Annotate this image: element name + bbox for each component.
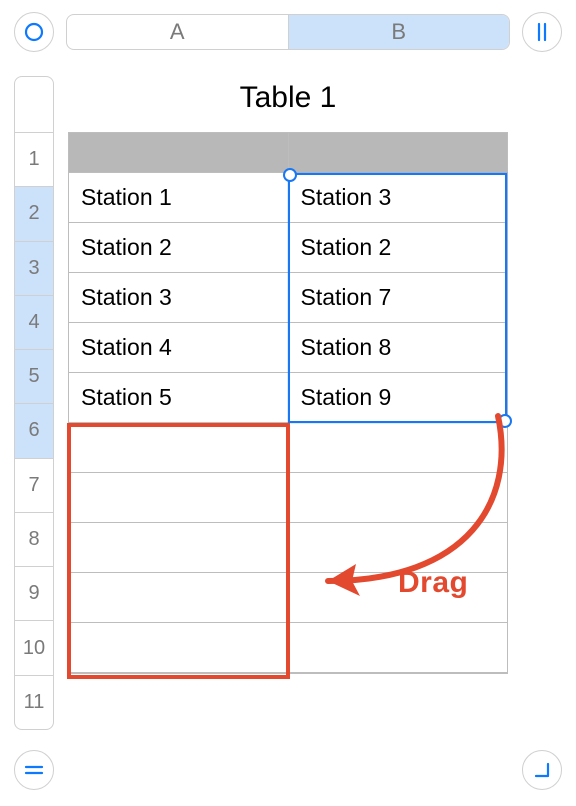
column-header-A[interactable]: A: [67, 15, 289, 49]
table-row: [69, 423, 507, 473]
table-select-handle[interactable]: [14, 12, 54, 52]
column-header-A-label: A: [170, 19, 185, 45]
cell-A2[interactable]: Station 1: [69, 173, 289, 222]
cell-A11[interactable]: [69, 623, 289, 672]
spreadsheet-grid[interactable]: Station 1 Station 3 Station 2 Station 2 …: [68, 132, 508, 674]
row-header-3[interactable]: 3: [15, 242, 53, 296]
cell-B8[interactable]: [289, 473, 508, 522]
row-header-4[interactable]: 4: [15, 296, 53, 350]
row-header-5[interactable]: 5: [15, 350, 53, 404]
row-header-8[interactable]: 8: [15, 513, 53, 567]
table-row: [69, 573, 507, 623]
cell-B6[interactable]: Station 9: [289, 373, 508, 422]
table-header-cell-A[interactable]: [69, 133, 289, 172]
cell-B7[interactable]: [289, 423, 508, 472]
add-column-button[interactable]: [522, 12, 562, 52]
table-row: [69, 473, 507, 523]
add-row-button[interactable]: [14, 750, 54, 790]
cell-A9[interactable]: [69, 523, 289, 572]
table-title[interactable]: Table 1: [68, 76, 508, 132]
cell-B10[interactable]: [289, 573, 508, 622]
row-header-10[interactable]: 10: [15, 621, 53, 675]
cell-A6[interactable]: Station 5: [69, 373, 289, 422]
column-header-bar: A B: [66, 14, 510, 50]
cell-A7[interactable]: [69, 423, 289, 472]
cell-A3[interactable]: Station 2: [69, 223, 289, 272]
table-row: [69, 523, 507, 573]
column-header-B-label: B: [391, 19, 406, 45]
cell-A10[interactable]: [69, 573, 289, 622]
cell-B3[interactable]: Station 2: [289, 223, 508, 272]
cell-A4[interactable]: Station 3: [69, 273, 289, 322]
row-header-1[interactable]: 1: [15, 133, 53, 187]
column-header-B[interactable]: B: [289, 15, 510, 49]
cell-B11[interactable]: [289, 623, 508, 672]
row-header-bar: 1 2 3 4 5 6 7 8 9 10 11: [14, 76, 54, 730]
table-header-row[interactable]: [69, 133, 507, 173]
table-row: Station 3 Station 7: [69, 273, 507, 323]
table-row: Station 1 Station 3: [69, 173, 507, 223]
row-header-corner: [15, 77, 53, 133]
table-row: [69, 623, 507, 673]
cell-A5[interactable]: Station 4: [69, 323, 289, 372]
row-header-2[interactable]: 2: [15, 187, 53, 241]
table-row: Station 4 Station 8: [69, 323, 507, 373]
row-header-9[interactable]: 9: [15, 567, 53, 621]
table-header-cell-B[interactable]: [289, 133, 508, 172]
cell-B9[interactable]: [289, 523, 508, 572]
table-row: Station 5 Station 9: [69, 373, 507, 423]
cell-B2[interactable]: Station 3: [289, 173, 508, 222]
row-header-6[interactable]: 6: [15, 404, 53, 458]
table-row: Station 2 Station 2: [69, 223, 507, 273]
resize-handle[interactable]: [522, 750, 562, 790]
cell-B5[interactable]: Station 8: [289, 323, 508, 372]
cell-A8[interactable]: [69, 473, 289, 522]
row-header-11[interactable]: 11: [15, 676, 53, 729]
row-header-7[interactable]: 7: [15, 459, 53, 513]
cell-B4[interactable]: Station 7: [289, 273, 508, 322]
